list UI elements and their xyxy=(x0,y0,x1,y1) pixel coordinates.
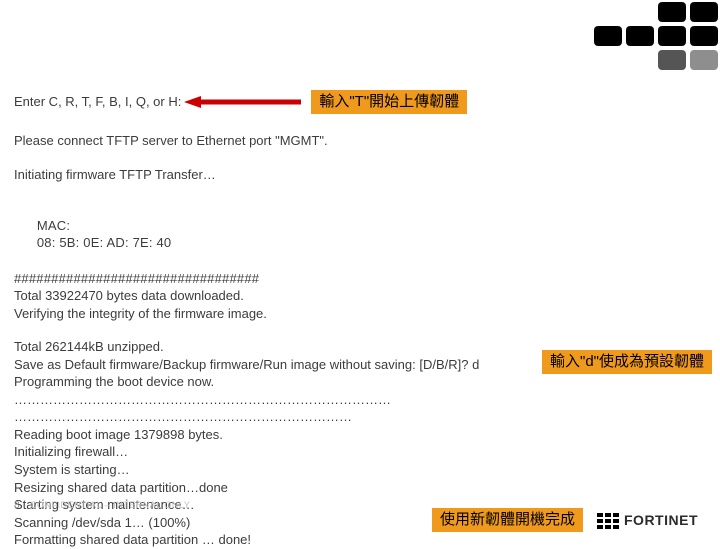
confidential-label: CONFIDENTIAL – INTERNAL ONLY xyxy=(30,499,190,511)
bootloader-prompt: Enter C, R, T, F, B, I, Q, or H: xyxy=(14,93,181,111)
callout-enter-d: 輸入"d"使成為預設韌體 xyxy=(542,350,712,374)
init-firewall: Initializing firewall… xyxy=(14,443,706,461)
programming: Programming the boot device now. xyxy=(14,373,706,391)
total-downloaded: Total 33922470 bytes data downloaded. xyxy=(14,287,706,305)
brand-name: FORTINET xyxy=(624,511,698,530)
progress-hashes: ################################# xyxy=(14,270,706,288)
fortinet-logo-icon xyxy=(597,513,619,529)
footer: 8 CONFIDENTIAL – INTERNAL ONLY xyxy=(14,499,190,513)
corner-grid-decoration xyxy=(592,0,720,72)
dots-1: …………………………………………………………………………… xyxy=(14,391,706,409)
init-msg: Initiating firmware TFTP Transfer… xyxy=(14,166,706,184)
mac-value: 08: 5B: 0E: AD: 7E: 40 xyxy=(37,235,171,250)
slide-body: Enter C, R, T, F, B, I, Q, or H: 輸入"T"開始… xyxy=(0,0,720,549)
arrow-left-icon xyxy=(183,94,303,110)
dots-2: …………………………………………………………………… xyxy=(14,408,706,426)
read-boot: Reading boot image 1379898 bytes. xyxy=(14,426,706,444)
connect-msg: Please connect TFTP server to Ethernet p… xyxy=(14,132,706,150)
callout-enter-t: 輸入"T"開始上傳韌體 xyxy=(311,90,467,114)
resize: Resizing shared data partition…done xyxy=(14,479,706,497)
callout-boot-done: 使用新韌體開機完成 xyxy=(432,508,583,532)
mac-label: MAC: xyxy=(37,218,70,233)
brand-mark: FORTINET xyxy=(597,511,698,530)
download-block: MAC: 08: 5B: 0E: AD: 7E: 40 ############… xyxy=(14,199,706,322)
verify-msg: Verifying the integrity of the firmware … xyxy=(14,305,706,323)
slide-number: 8 xyxy=(14,499,20,513)
starting: System is starting… xyxy=(14,461,706,479)
